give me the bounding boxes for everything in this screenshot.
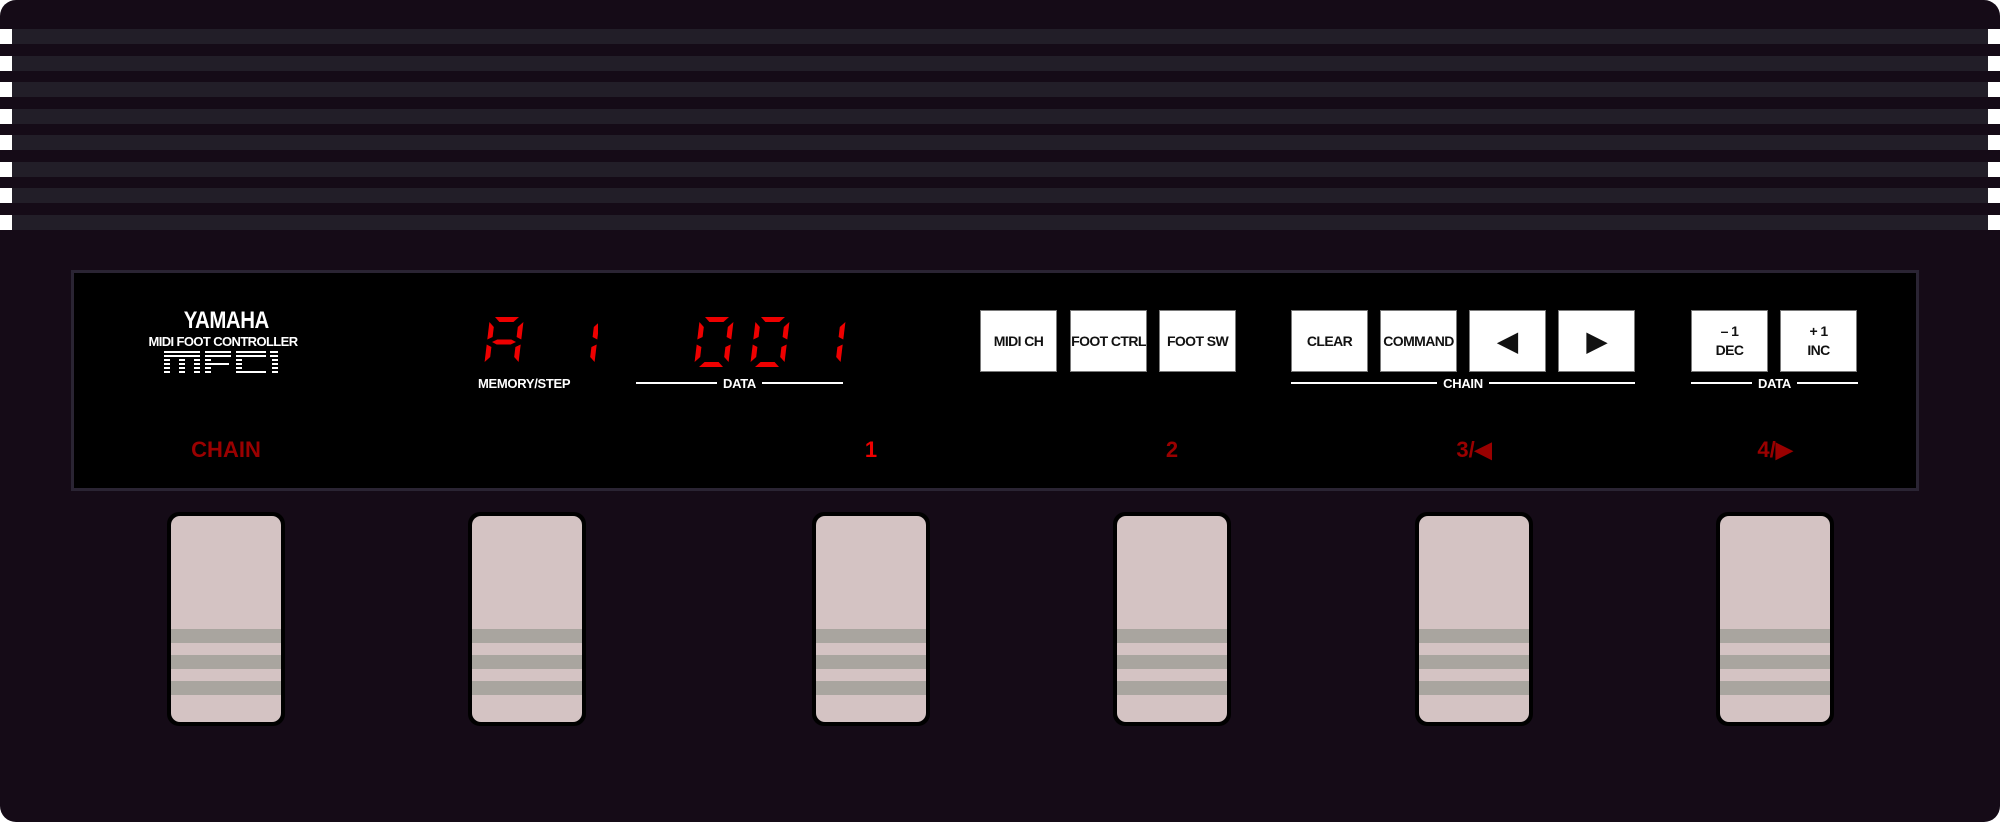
led-segment xyxy=(761,317,785,322)
foot-sw-button[interactable]: FOOT SW xyxy=(1159,310,1236,372)
data-display-label: DATA xyxy=(723,375,756,391)
inc-value-label: + 1 xyxy=(1809,323,1828,339)
led-segment xyxy=(836,344,843,362)
led-segment xyxy=(753,322,760,340)
pedal-2-switch[interactable] xyxy=(1113,512,1231,726)
command-label: COMMAND xyxy=(1383,332,1454,349)
memory-step-display xyxy=(484,317,598,362)
brand-logo: YAMAHA xyxy=(183,307,270,334)
pedal-label-3: 3/◀ xyxy=(1456,437,1492,462)
inc-button[interactable]: + 1 INC xyxy=(1780,310,1857,372)
triangle-right-icon: ▶ xyxy=(1586,326,1607,356)
led-segment xyxy=(592,323,598,340)
product-subtitle: MIDI FOOT CONTROLLER xyxy=(148,334,298,349)
foot-ctrl-button[interactable]: FOOT CTRL xyxy=(1070,310,1147,372)
chain-group-caption: CHAIN xyxy=(1291,375,1636,391)
data-group-caption: DATA xyxy=(1691,375,1859,391)
led-segment xyxy=(590,344,597,362)
pedal-1[interactable] xyxy=(812,512,930,726)
pedal-3-prev[interactable] xyxy=(1415,512,1533,726)
chain-next-button[interactable]: ▶ xyxy=(1558,310,1635,372)
pedal-label-1: 1 xyxy=(864,437,878,462)
led-digit xyxy=(590,323,598,362)
model-logo xyxy=(164,351,278,373)
led-segment xyxy=(755,362,779,367)
chain-prev-button[interactable]: ◀ xyxy=(1469,310,1546,372)
memory-step-label: MEMORY/STEP xyxy=(478,376,571,391)
led-digit xyxy=(836,322,846,362)
led-segment xyxy=(492,339,516,345)
led-segment xyxy=(838,322,846,340)
pedal-label-4: 4/▶ xyxy=(1757,437,1793,462)
led-segment xyxy=(699,362,723,367)
pedal-label-2: 2 xyxy=(1165,437,1179,462)
foot-sw-label: FOOT SW xyxy=(1166,332,1229,349)
led-segment xyxy=(487,322,494,340)
led-segment xyxy=(516,322,524,340)
clear-button[interactable]: CLEAR xyxy=(1291,310,1368,372)
dec-value-label: – 1 xyxy=(1720,323,1739,339)
led-segment xyxy=(495,317,519,322)
pedal-4-next[interactable] xyxy=(1716,512,1834,726)
led-segment xyxy=(705,317,729,322)
led-segment xyxy=(694,344,702,362)
clear-label: CLEAR xyxy=(1306,332,1353,349)
pedal-2[interactable] xyxy=(468,512,586,726)
led-digit xyxy=(750,317,790,367)
led-segment xyxy=(782,322,790,340)
led-digit xyxy=(694,317,734,367)
dec-label: DEC xyxy=(1715,342,1744,358)
led-segment xyxy=(726,322,734,340)
led-segment xyxy=(697,322,704,340)
data-group-label: DATA xyxy=(1758,375,1791,391)
pedal-label-chain: CHAIN xyxy=(191,437,261,462)
inc-label: INC xyxy=(1807,342,1830,358)
midi-ch-label: MIDI CH xyxy=(993,332,1044,349)
foot-ctrl-label: FOOT CTRL xyxy=(1071,332,1146,349)
led-segment xyxy=(514,344,521,362)
triangle-left-icon: ◀ xyxy=(1497,326,1518,356)
midi-foot-controller: YAMAHA MIDI FOOT CONTROLLER MEMORY/STEP … xyxy=(0,0,2000,822)
led-segment xyxy=(780,344,787,362)
led-segment xyxy=(484,344,492,362)
led-segment xyxy=(724,344,731,362)
command-button[interactable]: COMMAND xyxy=(1380,310,1457,372)
led-digit xyxy=(484,317,524,362)
led-segment xyxy=(750,344,758,362)
control-panel xyxy=(71,270,1919,491)
midi-ch-button[interactable]: MIDI CH xyxy=(980,310,1057,372)
data-display xyxy=(694,317,846,367)
chain-group-label: CHAIN xyxy=(1443,375,1483,391)
dec-button[interactable]: – 1 DEC xyxy=(1691,310,1768,372)
data-display-caption: DATA xyxy=(636,375,844,391)
pedal-chain[interactable] xyxy=(167,512,285,726)
